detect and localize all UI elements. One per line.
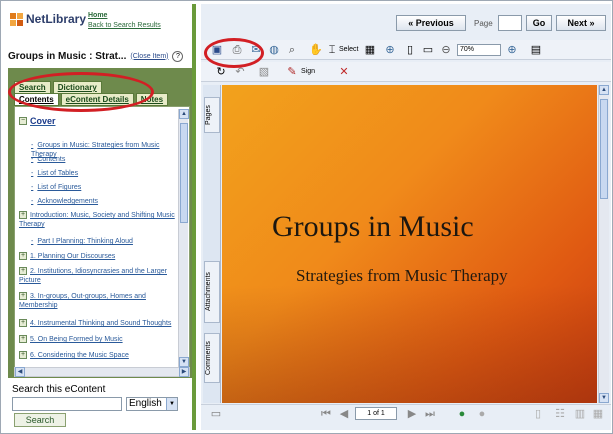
- globe-icon[interactable]: ◍: [267, 43, 281, 57]
- go-forward-icon[interactable]: ●: [475, 407, 489, 421]
- hand-tool-icon[interactable]: ✋: [309, 43, 323, 57]
- status-bar: ▭ ⏮ ◀ 1 of 1 ▶ ⏭ ● ● ▯ ☷ ▥ ▦: [201, 404, 611, 422]
- go-back-icon[interactable]: ●: [455, 407, 469, 421]
- side-panel-tabs: Pages Attachments Comments: [203, 85, 221, 403]
- scroll-up-icon[interactable]: ▲: [599, 85, 609, 95]
- expand-icon[interactable]: +: [19, 267, 27, 275]
- toc-scroll-thumb[interactable]: [180, 123, 188, 223]
- fit-width-icon[interactable]: ▭: [421, 43, 435, 57]
- toc-item[interactable]: - Part I Planning: Thinking Aloud: [31, 237, 133, 246]
- previous-button[interactable]: « Previous: [396, 15, 466, 31]
- page-counter[interactable]: 1 of 1: [355, 407, 397, 420]
- toc-item[interactable]: + Introduction: Music, Society and Shifti…: [19, 211, 175, 229]
- scroll-left-icon[interactable]: ◀: [15, 367, 25, 377]
- toc-item[interactable]: +4. Instrumental Thinking and Sound Thou…: [19, 319, 177, 328]
- page-input[interactable]: [498, 15, 522, 31]
- page-menu-icon[interactable]: ▤: [529, 43, 543, 57]
- document-subtitle: Strategies from Music Therapy: [296, 266, 508, 285]
- snapshot-icon[interactable]: ▦: [363, 43, 377, 57]
- toc-item[interactable]: - List of Figures: [31, 183, 81, 192]
- help-icon[interactable]: ?: [172, 50, 184, 62]
- tab-comments[interactable]: Comments: [204, 333, 220, 383]
- first-page-icon[interactable]: ⏮: [319, 407, 333, 421]
- sign-label[interactable]: Sign: [301, 68, 315, 75]
- document-scrollbar[interactable]: ▲ ▼: [598, 85, 609, 403]
- toc-item[interactable]: +3. In-groups, Out-groups, Homes and Mem…: [19, 292, 167, 310]
- next-button[interactable]: Next »: [556, 15, 606, 31]
- toolbar-row-2: ↻ ↶ ▧ ✎ Sign ✕: [201, 62, 611, 82]
- continuous-icon[interactable]: ☷: [553, 407, 567, 421]
- document-view[interactable]: Groups in Music Strategies from Music Th…: [222, 85, 597, 403]
- stamp-icon[interactable]: ▧: [257, 65, 271, 79]
- item-title-bar: Groups in Music : Strat... (Close Item) …: [8, 47, 192, 65]
- page-thumb-icon[interactable]: ▭: [209, 407, 223, 421]
- search-panel: Search this eContent English ▼ Search: [8, 382, 192, 427]
- document-title: Groups in Music: [272, 210, 474, 243]
- continuous-facing-icon[interactable]: ▦: [591, 407, 605, 421]
- home-link[interactable]: Home: [88, 12, 107, 19]
- logo-text: NetLibrary: [26, 12, 87, 26]
- select-label[interactable]: Select: [339, 46, 358, 53]
- toc-item[interactable]: +5. On Being Formed by Music: [19, 335, 123, 344]
- go-button[interactable]: Go: [526, 15, 552, 31]
- last-page-icon[interactable]: ⏭: [423, 407, 437, 421]
- toc-item[interactable]: - Acknowledgements: [31, 197, 98, 206]
- back-to-results-link[interactable]: Back to Search Results: [88, 22, 161, 29]
- zoom-out-icon[interactable]: ⊖: [439, 43, 453, 57]
- toc-scrollbar[interactable]: ▲ ▼: [178, 109, 189, 367]
- collapse-icon[interactable]: −: [19, 117, 27, 125]
- toc-item[interactable]: − Cover: [19, 117, 56, 127]
- tab-pages[interactable]: Pages: [204, 97, 220, 133]
- scroll-up-icon[interactable]: ▲: [179, 109, 189, 119]
- fit-page-icon[interactable]: ▯: [403, 43, 417, 57]
- scroll-down-icon[interactable]: ▼: [599, 393, 609, 403]
- zoom-plus-icon[interactable]: ⊕: [505, 43, 519, 57]
- toc-item[interactable]: +1. Planning Our Discourses: [19, 252, 115, 261]
- scroll-down-icon[interactable]: ▼: [179, 357, 189, 367]
- header: NetLibrary Home Back to Search Results: [10, 12, 190, 42]
- select-tool-icon[interactable]: ⌶: [325, 43, 339, 57]
- find-icon[interactable]: ⌕: [285, 43, 299, 57]
- toc-item[interactable]: - List of Tables: [31, 169, 78, 178]
- table-of-contents: − Cover - Groups in Music: Strategies from…: [14, 106, 190, 376]
- zoom-in-icon[interactable]: ⊕: [383, 43, 397, 57]
- highlight-save-print: [204, 38, 264, 68]
- expand-icon[interactable]: +: [19, 252, 27, 260]
- netlibrary-logo[interactable]: NetLibrary: [10, 12, 86, 26]
- page-label: Page: [474, 19, 493, 28]
- language-select[interactable]: English ▼: [126, 397, 178, 411]
- toc-item[interactable]: - Contents: [31, 155, 65, 164]
- facing-icon[interactable]: ▥: [573, 407, 587, 421]
- toc-item[interactable]: +6. Considering the Music Space: [19, 351, 129, 360]
- document-scroll-thumb[interactable]: [600, 99, 608, 199]
- logo-icon: [10, 12, 23, 26]
- expand-icon[interactable]: +: [19, 351, 27, 359]
- sign-stamp-icon[interactable]: ✕: [337, 65, 351, 79]
- tab-attachments[interactable]: Attachments: [204, 261, 220, 323]
- chevron-down-icon[interactable]: ▼: [166, 398, 177, 410]
- pen-icon[interactable]: ✎: [285, 65, 299, 79]
- toc-item[interactable]: +2. Institutions, Idiosyncrasies and the…: [19, 267, 167, 285]
- expand-icon[interactable]: +: [19, 211, 27, 219]
- zoom-select[interactable]: 70%: [457, 44, 501, 56]
- item-title: Groups in Music : Strat...: [8, 50, 127, 62]
- expand-icon[interactable]: +: [19, 335, 27, 343]
- search-button[interactable]: Search: [14, 413, 66, 427]
- single-page-icon[interactable]: ▯: [531, 407, 545, 421]
- prev-page-icon[interactable]: ◀: [337, 407, 351, 421]
- expand-icon[interactable]: +: [19, 319, 27, 327]
- expand-icon[interactable]: +: [19, 292, 27, 300]
- close-item-link[interactable]: (Close Item): [130, 53, 168, 60]
- scroll-right-icon[interactable]: ▶: [179, 367, 189, 377]
- search-label: Search this eContent: [12, 384, 106, 395]
- toc-hscrollbar[interactable]: ◀ ▶: [14, 367, 190, 377]
- search-input[interactable]: [12, 397, 122, 411]
- highlight-tabs: [8, 72, 154, 112]
- next-page-icon[interactable]: ▶: [405, 407, 419, 421]
- cover-photo: [222, 285, 597, 403]
